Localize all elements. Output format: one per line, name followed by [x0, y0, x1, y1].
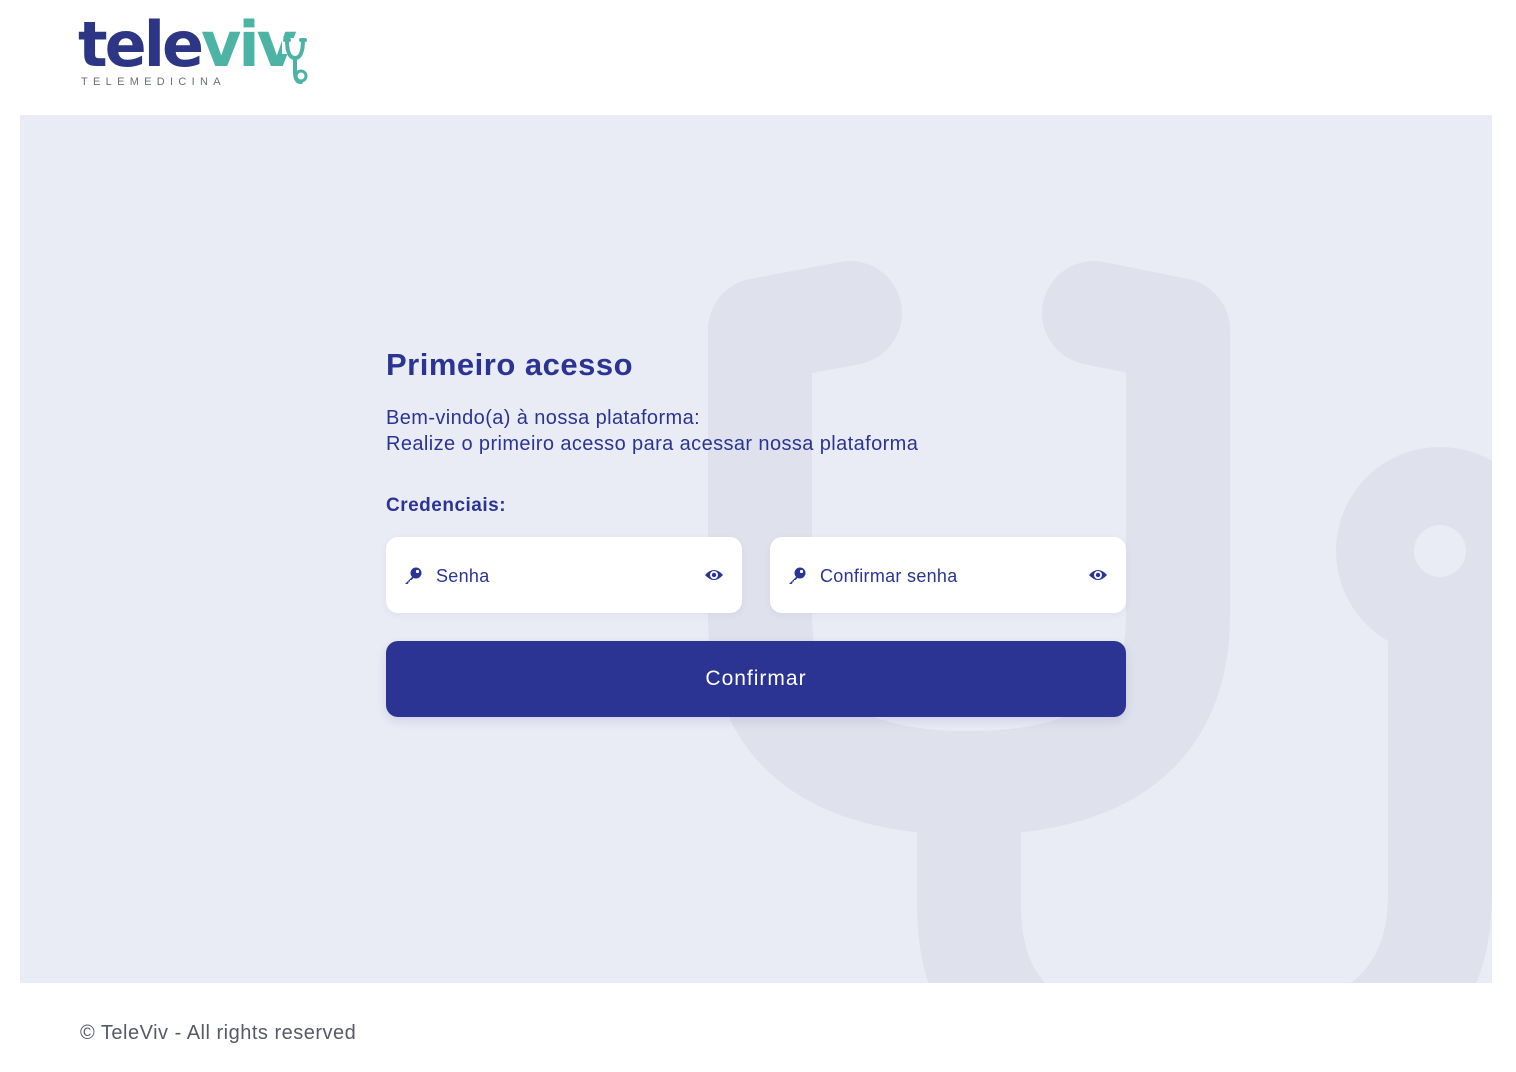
logo-subtitle: TELEMEDICINA — [81, 76, 226, 88]
show-password-eye-icon[interactable] — [704, 567, 724, 583]
welcome-line-2: Realize o primeiro acesso para acessar n… — [386, 433, 919, 455]
footer-copyright: © TeleViv - All rights reserved — [80, 1022, 357, 1044]
confirm-password-field[interactable] — [770, 537, 1126, 613]
first-access-form: Primeiro acesso Bem-vindo(a) à nossa pla… — [386, 345, 1126, 717]
welcome-line-1: Bem-vindo(a) à nossa plataforma: — [386, 407, 701, 429]
page: televiv TELEMEDICINA Primeiro acesso Bem… — [0, 0, 1516, 1072]
header: televiv TELEMEDICINA — [0, 0, 1516, 115]
key-icon — [405, 567, 422, 584]
confirm-password-input[interactable] — [818, 555, 1072, 597]
main-panel: Primeiro acesso Bem-vindo(a) à nossa pla… — [20, 115, 1492, 983]
stethoscope-logo-icon — [282, 38, 308, 84]
logo-word-tele: tele — [78, 8, 204, 81]
page-title: Primeiro acesso — [386, 347, 634, 382]
credentials-label: Credenciais: — [386, 495, 507, 516]
logo-wordmark: televiv — [78, 14, 297, 76]
password-input[interactable] — [434, 555, 688, 597]
key-icon — [789, 567, 806, 584]
show-confirm-password-eye-icon[interactable] — [1088, 567, 1108, 583]
password-field[interactable] — [386, 537, 742, 613]
welcome-text: Bem-vindo(a) à nossa plataforma: Realize… — [386, 405, 1126, 457]
televiv-logo[interactable]: televiv TELEMEDICINA — [78, 14, 310, 94]
password-fields — [386, 537, 1126, 613]
confirm-button[interactable]: Confirmar — [386, 641, 1126, 717]
